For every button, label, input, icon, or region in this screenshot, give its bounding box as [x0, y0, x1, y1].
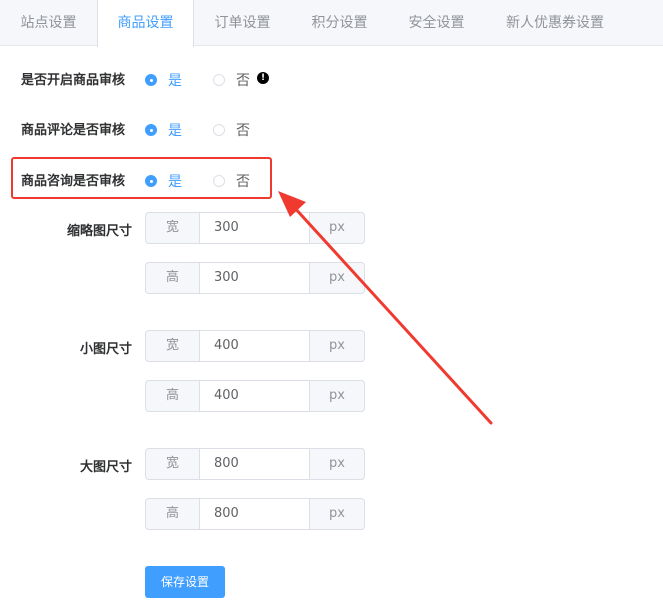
unit-suffix: px	[310, 330, 365, 362]
unit-suffix: px	[310, 448, 365, 480]
comment-review-label: 商品评论是否审核	[21, 123, 126, 138]
unit-suffix: px	[310, 212, 365, 244]
product-review-yes-radio[interactable]: 是	[145, 70, 182, 90]
radio-label: 是	[168, 174, 182, 190]
product-review-label: 是否开启商品审核	[21, 73, 126, 88]
small-height-input[interactable]: 400	[199, 380, 310, 412]
thumbnail-height-input-group: 高 300 px	[145, 262, 365, 294]
tab-order-settings[interactable]: 订单设置	[194, 0, 291, 46]
radio-label: 否	[236, 174, 250, 190]
tab-product-settings[interactable]: 商品设置	[97, 0, 194, 47]
thumbnail-width-input[interactable]: 300	[199, 212, 310, 244]
small-image-size-label: 小图尺寸	[79, 342, 132, 357]
large-width-input[interactable]: 800	[199, 448, 310, 480]
small-height-input-group: 高 400 px	[145, 380, 365, 412]
settings-tabs: 站点设置 商品设置 订单设置 积分设置 安全设置 新人优惠券设置	[0, 0, 663, 47]
comment-review-no-radio[interactable]: 否	[213, 120, 250, 140]
thumbnail-size-label: 缩略图尺寸	[66, 224, 132, 239]
unit-suffix: px	[310, 498, 365, 530]
radio-label: 是	[168, 73, 182, 89]
consultation-review-no-radio[interactable]: 否	[213, 171, 250, 191]
radio-checked-icon	[145, 124, 157, 136]
large-height-input-group: 高 800 px	[145, 498, 365, 530]
comment-review-yes-radio[interactable]: 是	[145, 120, 182, 140]
unit-suffix: px	[310, 262, 365, 294]
large-height-input[interactable]: 800	[199, 498, 310, 530]
radio-checked-icon	[145, 74, 157, 86]
height-prefix: 高	[145, 262, 199, 294]
thumbnail-width-input-group: 宽 300 px	[145, 212, 365, 244]
consultation-review-yes-radio[interactable]: 是	[145, 171, 182, 191]
radio-unchecked-icon	[213, 124, 225, 136]
tab-points-settings[interactable]: 积分设置	[291, 0, 388, 46]
height-prefix: 高	[145, 498, 199, 530]
radio-label: 否	[236, 73, 250, 89]
radio-unchecked-icon	[213, 74, 225, 86]
radio-unchecked-icon	[213, 175, 225, 187]
width-prefix: 宽	[145, 448, 199, 480]
radio-checked-icon	[145, 175, 157, 187]
small-width-input-group: 宽 400 px	[145, 330, 365, 362]
tab-site-settings[interactable]: 站点设置	[0, 0, 97, 46]
radio-label: 否	[236, 123, 250, 139]
tab-new-user-coupon-settings[interactable]: 新人优惠券设置	[485, 0, 625, 46]
height-prefix: 高	[145, 380, 199, 412]
save-settings-button[interactable]: 保存设置	[145, 566, 225, 598]
unit-suffix: px	[310, 380, 365, 412]
exclamation-icon: !	[257, 72, 269, 84]
width-prefix: 宽	[145, 330, 199, 362]
thumbnail-height-input[interactable]: 300	[199, 262, 310, 294]
small-width-input[interactable]: 400	[199, 330, 310, 362]
large-image-size-label: 大图尺寸	[79, 460, 132, 475]
tab-security-settings[interactable]: 安全设置	[388, 0, 485, 46]
width-prefix: 宽	[145, 212, 199, 244]
product-review-no-radio[interactable]: 否	[213, 70, 250, 90]
consultation-review-label: 商品咨询是否审核	[21, 174, 126, 189]
large-width-input-group: 宽 800 px	[145, 448, 365, 480]
radio-label: 是	[168, 123, 182, 139]
